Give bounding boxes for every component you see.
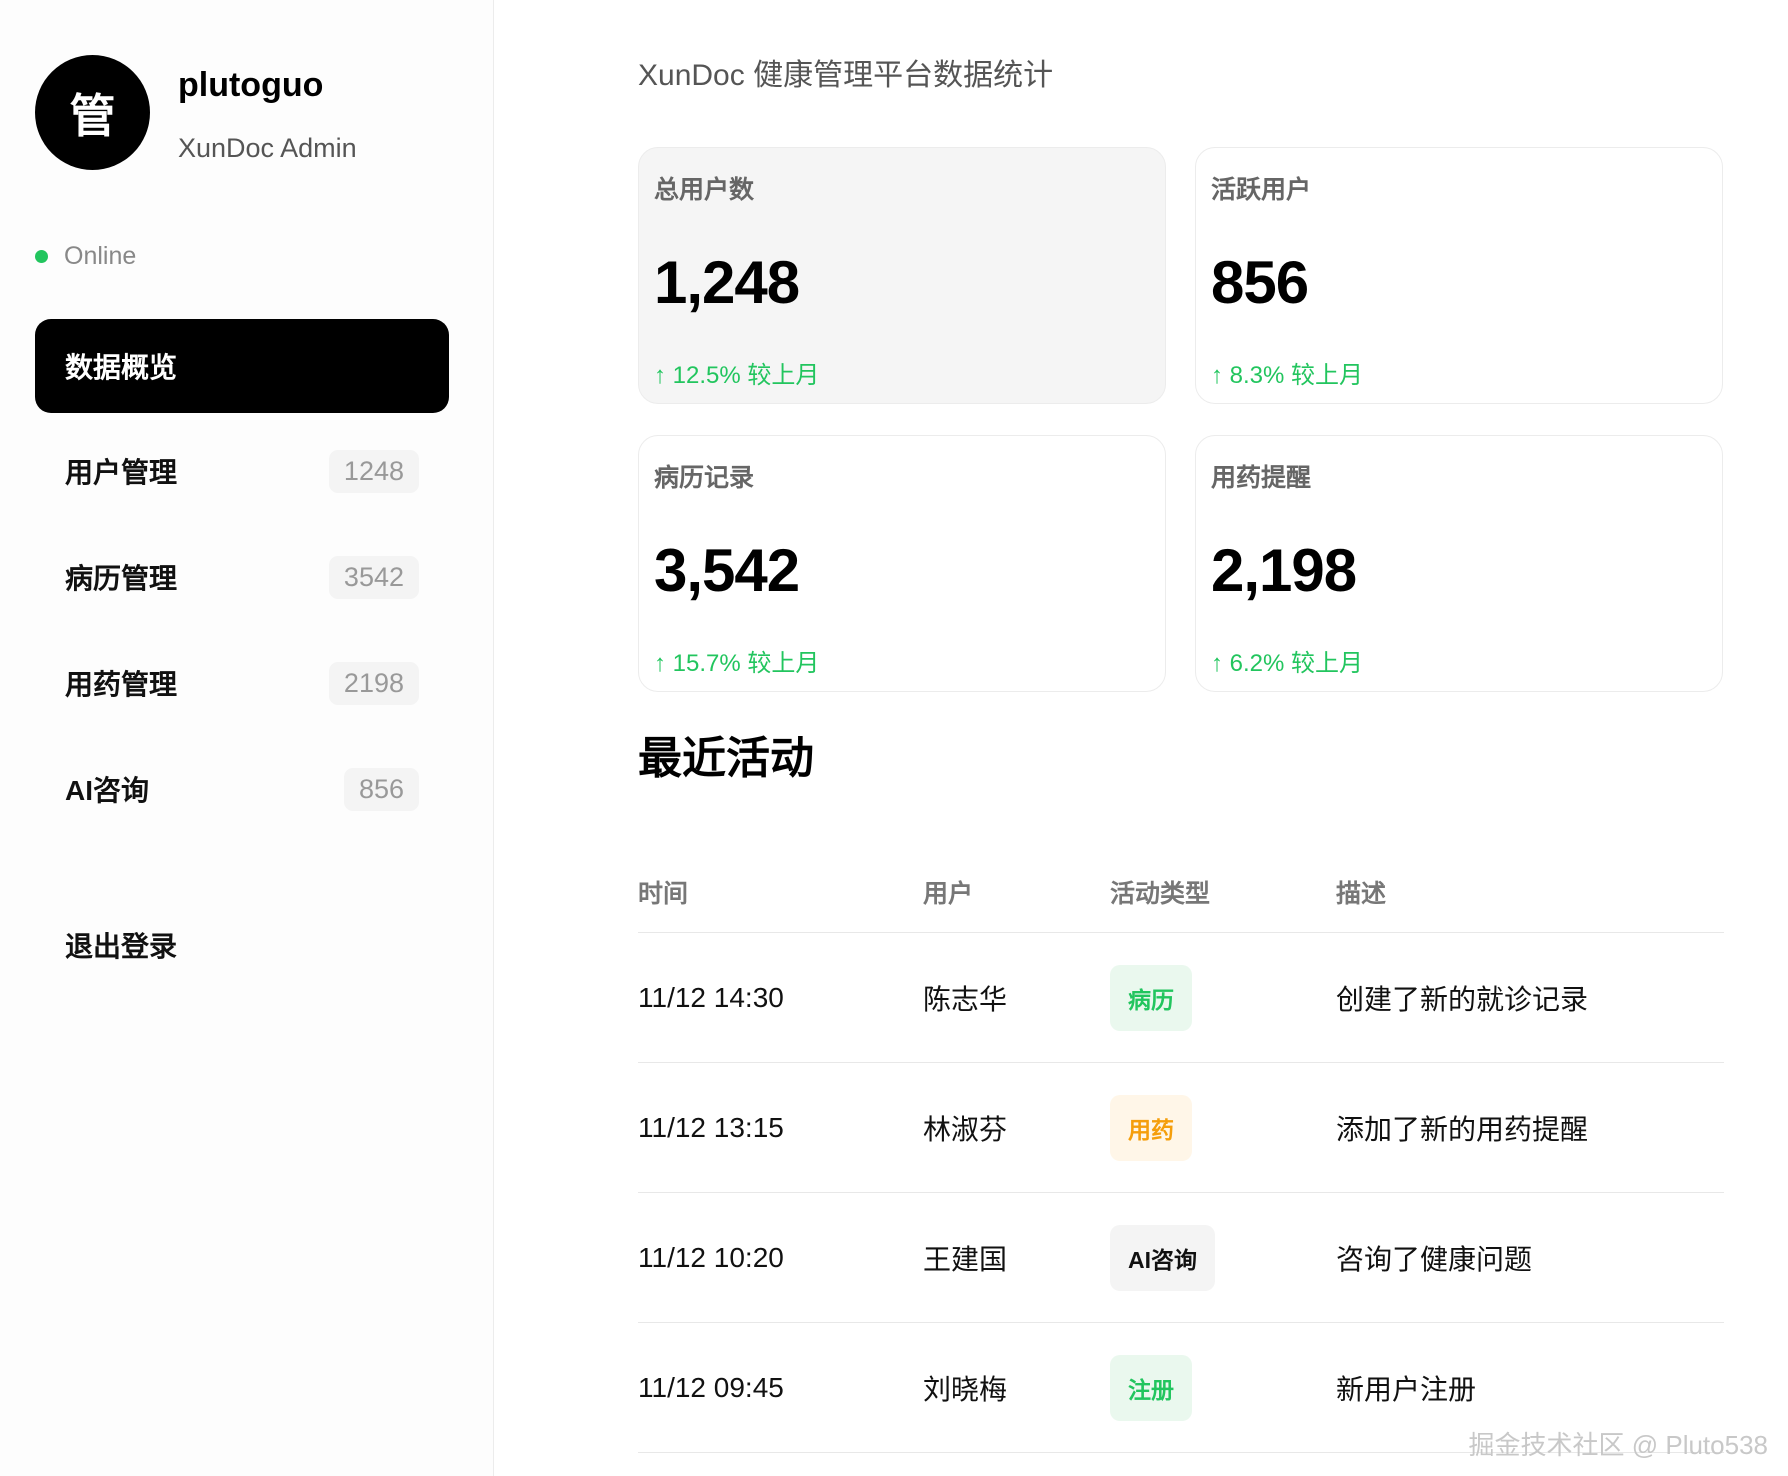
stat-card-label: 活跃用户	[1211, 176, 1312, 204]
table-row[interactable]: 11/12 13:15 林淑芬 用药 添加了新的用药提醒	[638, 1063, 1724, 1193]
recent-activity-title: 最近活动	[638, 734, 814, 783]
stat-card-change: ↑ 6.2% 较上月	[1211, 650, 1364, 677]
cell-user: 王建国	[923, 1243, 1008, 1275]
nav-item-count-badge: 3542	[328, 555, 419, 599]
nav-item-label: 数据概览	[65, 352, 178, 383]
logout-button[interactable]: 退出登录	[65, 925, 177, 965]
nav-item-count-badge: 2198	[328, 661, 419, 705]
status-dot-icon	[35, 250, 48, 263]
cell-time: 11/12 09:45	[638, 1371, 784, 1403]
cell-time: 11/12 10:20	[638, 1241, 784, 1273]
username: plutoguo	[178, 66, 324, 104]
nav-item-overview[interactable]: 数据概览	[35, 319, 449, 413]
nav-item-label: 病历管理	[65, 563, 178, 594]
activity-type-tag: 病历	[1110, 964, 1192, 1031]
stat-card-label: 病历记录	[654, 464, 755, 492]
activity-type-tag: AI咨询	[1110, 1224, 1215, 1291]
watermark: 掘金技术社区 @ Pluto538	[1468, 1430, 1768, 1460]
stat-card-records: 病历记录 3,542 ↑ 15.7% 较上月	[638, 435, 1166, 692]
column-header-time: 时间	[638, 880, 689, 908]
avatar: 管	[35, 55, 150, 170]
cell-user: 林淑芬	[923, 1113, 1008, 1145]
cell-user: 刘晓梅	[923, 1373, 1008, 1405]
stat-card-active-users: 活跃用户 856 ↑ 8.3% 较上月	[1195, 147, 1723, 404]
table-row[interactable]: 11/12 14:30 陈志华 病历 创建了新的就诊记录	[638, 933, 1724, 1063]
nav-item-records[interactable]: 病历管理 3542	[35, 530, 449, 624]
stat-card-value: 1,248	[654, 249, 800, 316]
stat-card-label: 总用户数	[654, 176, 755, 204]
online-status: Online	[35, 242, 136, 271]
cell-user: 陈志华	[923, 983, 1008, 1015]
table-header: 时间 用户 活动类型 描述	[638, 840, 1724, 933]
cell-type: 用药	[1110, 1063, 1192, 1192]
stat-card-label: 用药提醒	[1211, 464, 1312, 492]
nav-item-count-badge: 856	[343, 767, 419, 811]
page-title: XunDoc 健康管理平台数据统计	[638, 59, 1054, 92]
user-role: XunDoc Admin	[178, 133, 357, 163]
stat-card-change: ↑ 12.5% 较上月	[654, 362, 820, 389]
cell-time: 11/12 13:15	[638, 1111, 784, 1143]
activity-type-tag: 注册	[1110, 1354, 1192, 1421]
stat-card-value: 2,198	[1211, 537, 1357, 604]
stat-card-change: ↑ 15.7% 较上月	[654, 650, 820, 677]
nav-item-label: AI咨询	[65, 775, 150, 806]
nav-item-medication[interactable]: 用药管理 2198	[35, 636, 449, 730]
stat-card-value: 856	[1211, 249, 1309, 316]
cell-type: AI咨询	[1110, 1193, 1215, 1322]
stat-card-value: 3,542	[654, 537, 800, 604]
nav-item-label: 用户管理	[65, 457, 178, 488]
cell-description: 添加了新的用药提醒	[1336, 1113, 1589, 1145]
cell-type: 病历	[1110, 933, 1192, 1062]
stat-card-medication-reminders: 用药提醒 2,198 ↑ 6.2% 较上月	[1195, 435, 1723, 692]
activity-table: 时间 用户 活动类型 描述 11/12 14:30 陈志华 病历 创建了新的就诊…	[638, 840, 1724, 1453]
nav-item-label: 用药管理	[65, 669, 178, 700]
activity-type-tag: 用药	[1110, 1094, 1192, 1161]
cell-time: 11/12 14:30	[638, 981, 784, 1013]
nav-item-count-badge: 1248	[328, 449, 419, 493]
cell-description: 新用户注册	[1336, 1373, 1477, 1405]
nav-item-users[interactable]: 用户管理 1248	[35, 424, 449, 518]
stat-card-change: ↑ 8.3% 较上月	[1211, 362, 1364, 389]
cell-type: 注册	[1110, 1323, 1192, 1452]
table-row[interactable]: 11/12 10:20 王建国 AI咨询 咨询了健康问题	[638, 1193, 1724, 1323]
status-label: Online	[64, 242, 137, 270]
stat-card-total-users: 总用户数 1,248 ↑ 12.5% 较上月	[638, 147, 1166, 404]
column-header-type: 活动类型	[1110, 880, 1211, 908]
nav-item-ai-consult[interactable]: AI咨询 856	[35, 742, 449, 836]
cell-description: 创建了新的就诊记录	[1336, 983, 1589, 1015]
sidebar: 管 plutoguo XunDoc Admin Online 数据概览 用户管理…	[0, 0, 494, 1476]
column-header-description: 描述	[1336, 880, 1387, 908]
column-header-user: 用户	[923, 880, 974, 908]
cell-description: 咨询了健康问题	[1336, 1243, 1533, 1275]
